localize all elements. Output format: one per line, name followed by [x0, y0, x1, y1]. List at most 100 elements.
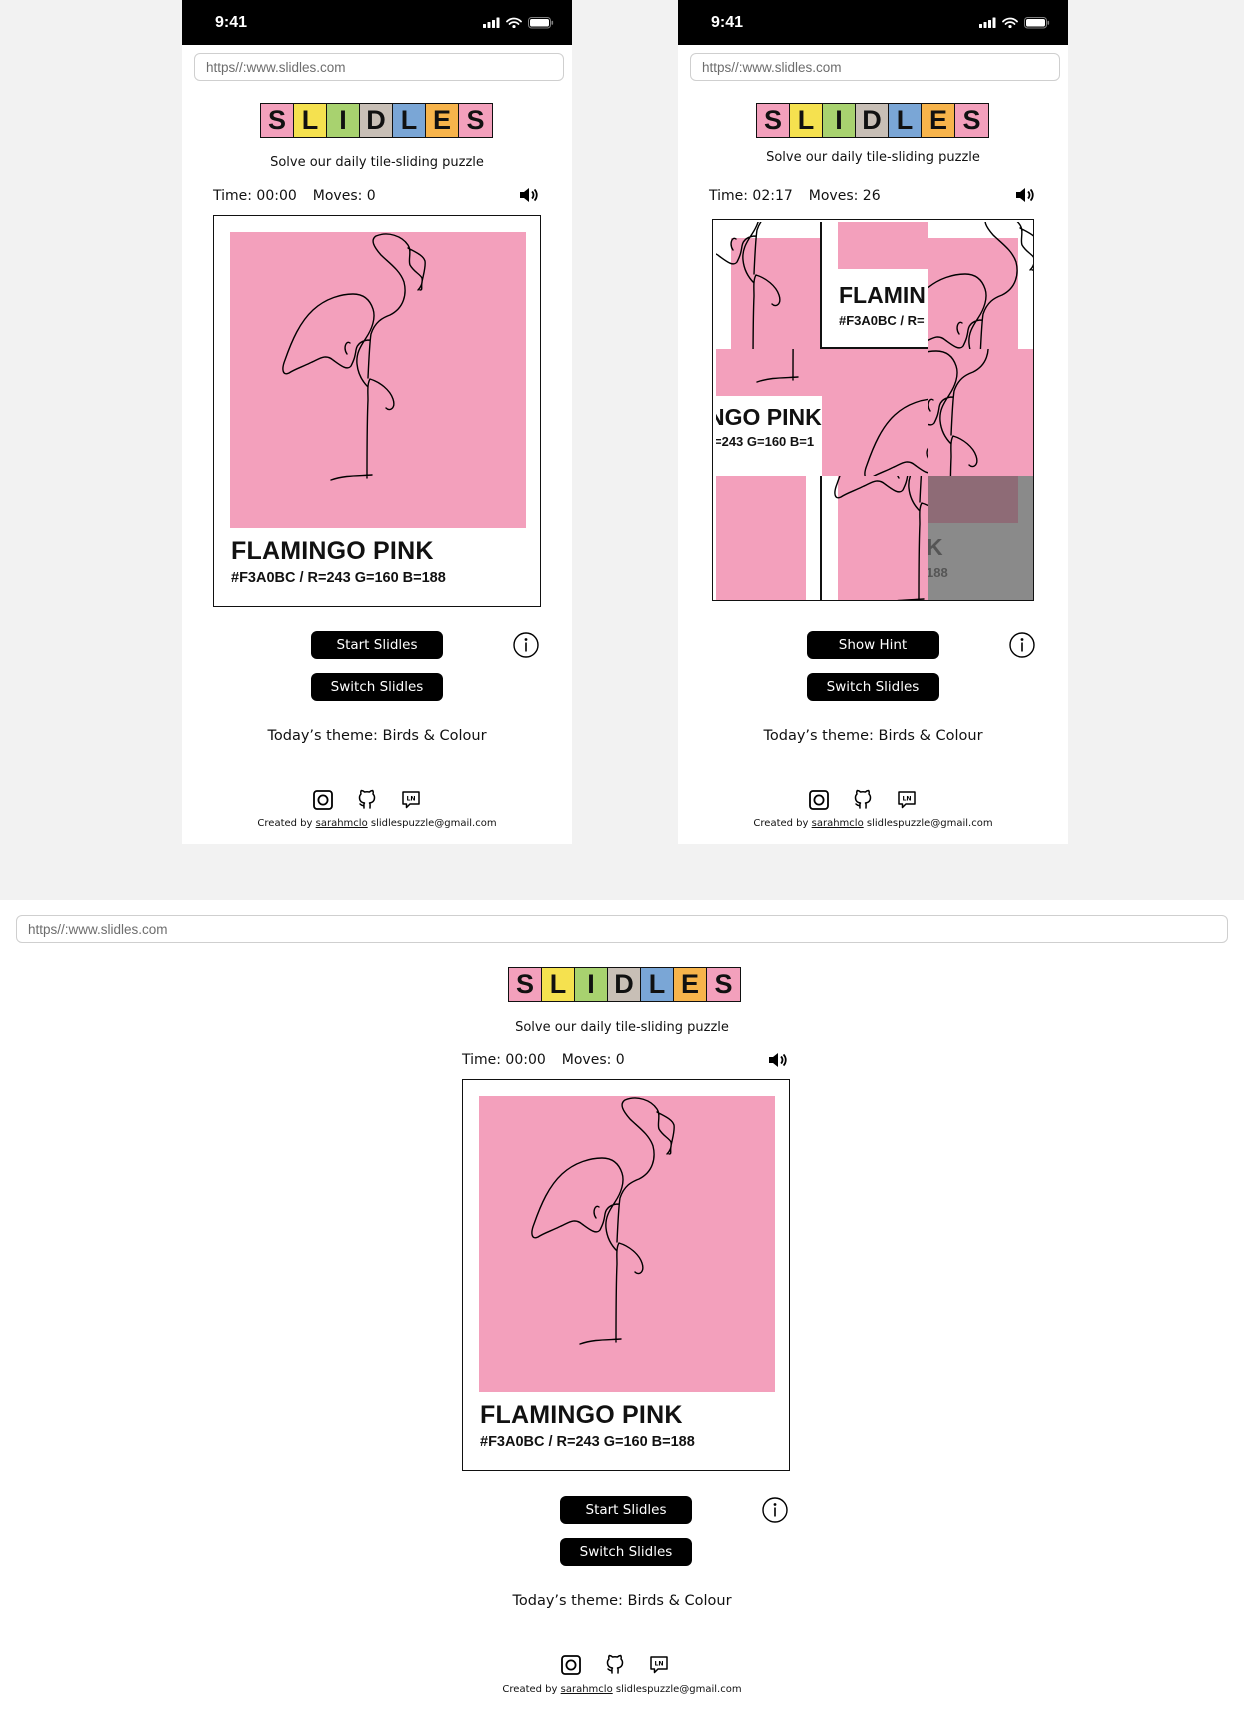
wifi-icon — [506, 17, 522, 28]
desktop-screen: https//:www.slidles.com S L I D L E S So… — [0, 900, 1244, 1712]
tagline: Solve our daily tile-sliding puzzle — [766, 150, 980, 165]
url-text: https//:www.slidles.com — [206, 59, 346, 75]
logo-letter: L — [294, 104, 327, 137]
speaker-icon[interactable] — [518, 185, 540, 205]
logo-letter: S — [955, 104, 988, 137]
logo-letter: L — [641, 968, 674, 1001]
color-swatch — [230, 232, 526, 528]
linkedin-icon[interactable] — [649, 1655, 669, 1675]
credits-prefix: Created by — [257, 818, 313, 829]
linkedin-icon[interactable] — [401, 790, 421, 810]
switch-slidles-button[interactable]: Switch Slidles — [807, 673, 939, 701]
color-code: #F3A0BC / R=243 G=160 B=188 — [231, 570, 446, 586]
flamingo-drawing — [531, 1097, 675, 1345]
credits: Created by sarahmclo slidlespuzzle@gmail… — [182, 818, 572, 829]
info-icon[interactable] — [1009, 632, 1035, 658]
url-bar[interactable]: https//:www.slidles.com — [194, 53, 564, 81]
todays-theme: Today’s theme: Birds & Colour — [267, 728, 487, 744]
logo-letter: E — [922, 104, 955, 137]
status-bar: 9:41 — [182, 0, 572, 45]
puzzle-tile[interactable] — [822, 349, 928, 476]
author-link[interactable]: sarahmclo — [316, 818, 368, 829]
timer: Time: 02:17 — [709, 188, 793, 204]
stats-row: Time: 00:00 Moves: 0 — [462, 1052, 625, 1068]
contact-email[interactable]: slidlespuzzle@gmail.com — [371, 818, 497, 829]
switch-slidles-button[interactable]: Switch Slidles — [560, 1538, 692, 1566]
url-text: https//:www.slidles.com — [28, 921, 168, 937]
author-link[interactable]: sarahmclo — [561, 1684, 613, 1695]
logo-letter: I — [823, 104, 856, 137]
instagram-icon[interactable] — [561, 1654, 581, 1675]
status-time: 9:41 — [215, 13, 248, 31]
color-code: #F3A0BC / R=243 G=160 B=188 — [480, 1434, 695, 1450]
puzzle-board-scrambled[interactable]: FLAMIN #F3A0BC / R= NGO PINK =243 G=160 … — [712, 219, 1034, 601]
status-bar: 9:41 — [678, 0, 1068, 45]
slidles-logo: S L I D L E S — [756, 103, 989, 138]
github-icon[interactable] — [605, 1654, 625, 1675]
logo-letter: S — [459, 104, 492, 137]
credits-prefix: Created by — [502, 1684, 558, 1695]
color-name: FLAMINGO PINK — [231, 537, 434, 565]
social-links — [809, 789, 917, 810]
todays-theme: Today’s theme: Birds & Colour — [512, 1593, 732, 1609]
logo-letter: L — [790, 104, 823, 137]
url-text: https//:www.slidles.com — [702, 59, 842, 75]
tile-text: NGO PINK — [716, 404, 822, 430]
github-icon[interactable] — [357, 789, 377, 810]
logo-letter: D — [608, 968, 641, 1001]
logo-letter: S — [707, 968, 740, 1001]
contact-email[interactable]: slidlespuzzle@gmail.com — [616, 1684, 742, 1695]
speaker-icon[interactable] — [1014, 185, 1036, 205]
instagram-icon[interactable] — [313, 789, 333, 810]
logo-letter: S — [261, 104, 294, 137]
move-counter: Moves: 26 — [808, 188, 881, 204]
tile-text: K — [928, 534, 943, 561]
move-counter: Moves: 0 — [561, 1052, 625, 1068]
start-slidles-button[interactable]: Start Slidles — [311, 631, 443, 659]
puzzle-tile[interactable] — [822, 476, 928, 600]
slidles-logo: S L I D L E S — [260, 103, 493, 138]
linkedin-icon[interactable] — [897, 790, 917, 810]
timer: Time: 00:00 — [213, 188, 297, 204]
switch-slidles-button[interactable]: Switch Slidles — [311, 673, 443, 701]
tile-text: =243 G=160 B=1 — [716, 434, 815, 449]
phone-screen-start: 9:41 https//:www.slidles.com S L I D L E… — [182, 0, 572, 844]
flamingo-drawing — [282, 233, 426, 481]
color-name: FLAMINGO PINK — [480, 1401, 683, 1429]
url-bar[interactable]: https//:www.slidles.com — [690, 53, 1060, 81]
logo-letter: D — [360, 104, 393, 137]
start-slidles-button[interactable]: Start Slidles — [560, 1496, 692, 1524]
status-time: 9:41 — [711, 13, 744, 31]
puzzle-tile[interactable] — [928, 222, 1033, 349]
logo-letter: I — [575, 968, 608, 1001]
credits-prefix: Created by — [753, 818, 809, 829]
github-icon[interactable] — [853, 789, 873, 810]
battery-icon — [1024, 16, 1050, 28]
logo-letter: E — [674, 968, 707, 1001]
empty-tile-slot[interactable]: K 188 — [928, 476, 1033, 600]
info-icon[interactable] — [762, 1497, 788, 1523]
instagram-icon[interactable] — [809, 789, 829, 810]
author-link[interactable]: sarahmclo — [812, 818, 864, 829]
url-bar[interactable]: https//:www.slidles.com — [16, 915, 1228, 943]
tile-text: 188 — [928, 565, 948, 580]
puzzle-tile[interactable]: NGO PINK =243 G=160 B=1 — [716, 349, 822, 476]
social-links — [561, 1654, 669, 1675]
cellular-signal-icon — [979, 17, 996, 28]
info-icon[interactable] — [513, 632, 539, 658]
puzzle-tile[interactable] — [928, 349, 1033, 476]
show-hint-button[interactable]: Show Hint — [807, 631, 939, 659]
contact-email[interactable]: slidlespuzzle@gmail.com — [867, 818, 993, 829]
speaker-icon[interactable] — [767, 1050, 789, 1070]
credits: Created by sarahmclo slidlespuzzle@gmail… — [678, 818, 1068, 829]
puzzle-board[interactable]: FLAMINGO PINK #F3A0BC / R=243 G=160 B=18… — [213, 215, 541, 607]
puzzle-board[interactable]: FLAMINGO PINK #F3A0BC / R=243 G=160 B=18… — [462, 1079, 790, 1471]
logo-letter: S — [757, 104, 790, 137]
puzzle-tile[interactable]: FLAMIN #F3A0BC / R= — [822, 222, 928, 349]
logo-letter: L — [889, 104, 922, 137]
todays-theme: Today’s theme: Birds & Colour — [763, 728, 983, 744]
puzzle-tile[interactable] — [716, 476, 822, 600]
puzzle-tile[interactable] — [716, 222, 822, 349]
credits: Created by sarahmclo slidlespuzzle@gmail… — [0, 1684, 1244, 1695]
slidles-logo: S L I D L E S — [508, 967, 741, 1002]
